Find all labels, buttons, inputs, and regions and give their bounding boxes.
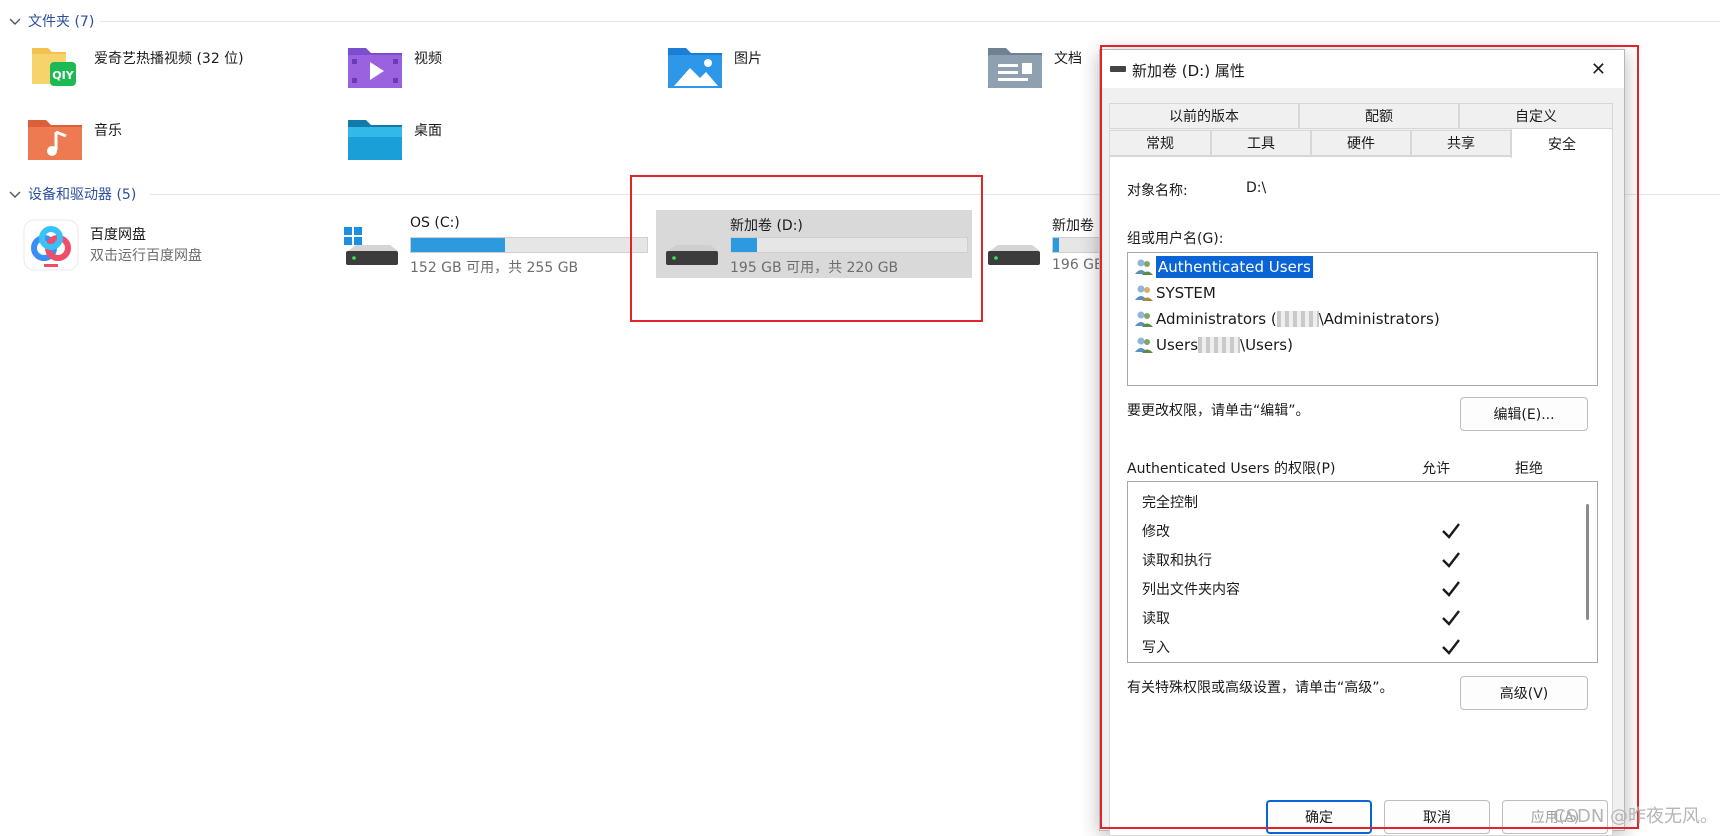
drive-free-text: 152 GB 可用，共 255 GB: [410, 260, 579, 276]
folders-group-header[interactable]: 文件夹 (7): [8, 10, 94, 32]
drive-e[interactable]: 新加卷 196 GB: [986, 215, 1112, 279]
tab-security[interactable]: 安全: [1511, 128, 1613, 158]
drive-usage-fill: [411, 238, 506, 252]
drive-usage-fill: [1053, 238, 1060, 252]
folder-label: 文档: [1054, 51, 1082, 67]
folder-label: 音乐: [94, 123, 122, 139]
folder-documents[interactable]: 文档: [986, 42, 1082, 90]
drives-group-header[interactable]: 设备和驱动器 (5): [8, 183, 136, 205]
chevron-down-icon: [9, 191, 21, 198]
folder-label: 爱奇艺热播视频 (32 位): [94, 51, 244, 67]
hard-drive-icon: [344, 227, 398, 265]
folder-label: 桌面: [414, 123, 442, 139]
drive-c[interactable]: OS (C:) 152 GB 可用，共 255 GB: [344, 215, 664, 279]
documents-folder-icon: [988, 48, 1042, 88]
baidu-name: 百度网盘: [90, 227, 146, 243]
tab-label: 安全: [1548, 136, 1576, 153]
iqiyi-folder-icon: QIY: [32, 48, 76, 86]
drive-free-text: 196 GB: [1052, 257, 1104, 273]
folder-videos[interactable]: 视频: [346, 42, 442, 90]
drives-group-label: 设备和驱动器 (5): [28, 187, 137, 203]
watermark: CSDN @昨夜无风。: [1553, 806, 1719, 827]
baidu-netdisk-icon: [23, 219, 79, 271]
svg-text:QIY: QIY: [52, 69, 74, 82]
pictures-folder-icon: [668, 48, 722, 88]
chevron-down-icon: [9, 18, 21, 25]
folder-label: 视频: [414, 51, 442, 67]
folder-desktop[interactable]: 桌面: [346, 114, 442, 162]
baidu-netdisk-item[interactable]: 百度网盘 双击运行百度网盘: [22, 214, 322, 274]
group-divider: [100, 21, 1720, 22]
desktop-folder-icon: [348, 120, 402, 160]
videos-folder-icon: [348, 48, 402, 88]
folder-iqiyi[interactable]: QIY 爱奇艺热播视频 (32 位): [26, 42, 244, 90]
folders-group-label: 文件夹 (7): [28, 14, 95, 30]
annotation-box-dialog: [1100, 45, 1639, 829]
annotation-box-drive: [630, 175, 983, 322]
drive-name: 新加卷: [1052, 218, 1094, 234]
folder-label: 图片: [734, 51, 762, 67]
folder-music[interactable]: 音乐: [26, 114, 122, 162]
hard-drive-icon: [988, 245, 1040, 265]
folder-pictures[interactable]: 图片: [666, 42, 762, 90]
baidu-desc: 双击运行百度网盘: [90, 248, 202, 264]
music-folder-icon: [28, 120, 82, 160]
drive-usage-bar: [410, 237, 648, 253]
drive-name: OS (C:): [410, 215, 460, 231]
